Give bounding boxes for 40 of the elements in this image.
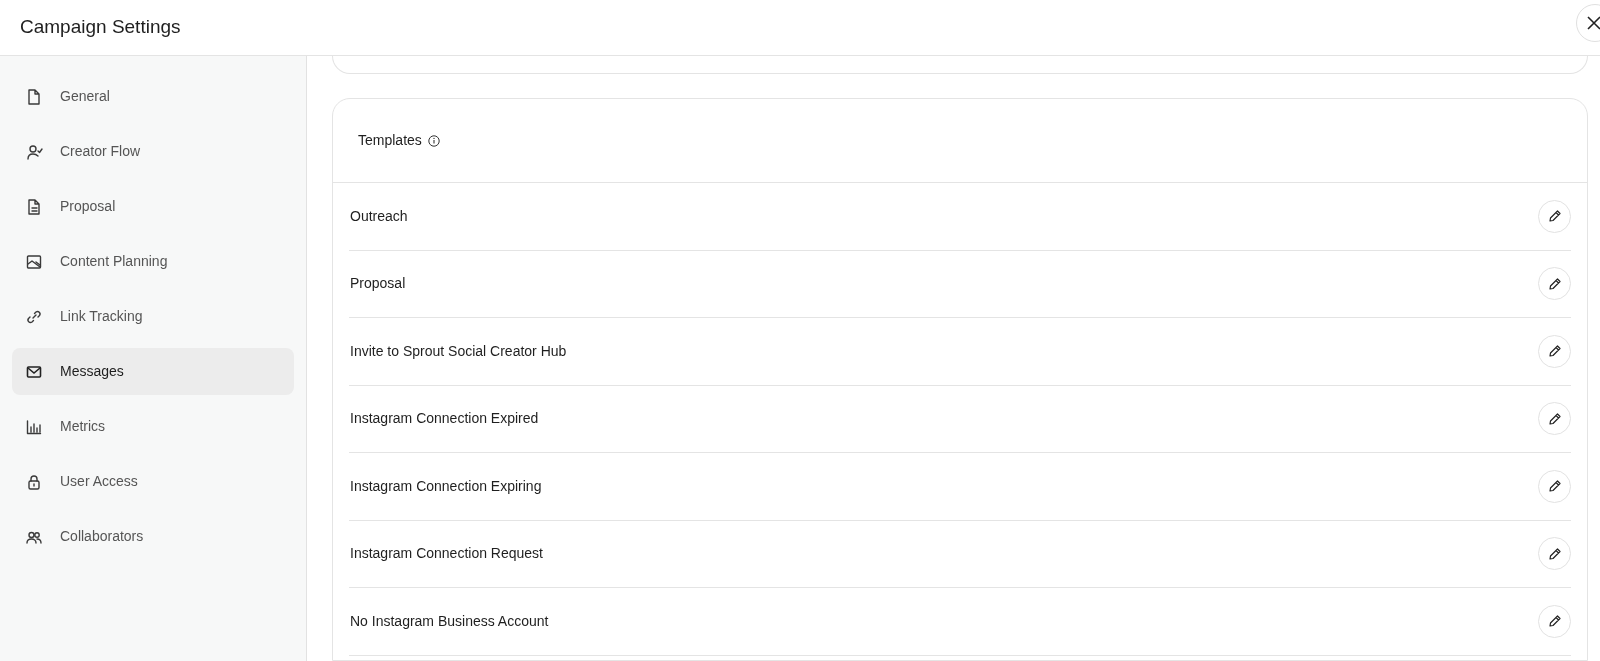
pencil-icon xyxy=(1547,546,1562,561)
edit-button[interactable] xyxy=(1538,469,1571,503)
pencil-icon xyxy=(1547,479,1562,494)
section-title: Templates xyxy=(358,131,422,150)
template-name: Instagram Connection Request xyxy=(350,544,543,564)
edit-button[interactable] xyxy=(1538,604,1571,638)
file-icon xyxy=(25,87,43,106)
sidebar-item[interactable]: Messages xyxy=(12,348,294,395)
lock-icon xyxy=(25,472,43,491)
info-icon xyxy=(427,134,440,147)
close-icon xyxy=(1587,16,1600,30)
template-name: Instagram Connection Expired xyxy=(350,409,539,429)
bar-chart-icon xyxy=(25,417,43,436)
pencil-icon xyxy=(1547,209,1562,224)
edit-button[interactable] xyxy=(1538,537,1571,571)
template-name: Outreach xyxy=(350,206,408,226)
template-name: Instagram Connection Expiring xyxy=(350,476,542,496)
sidebar-item[interactable]: General xyxy=(12,73,294,120)
pencil-icon xyxy=(1547,411,1562,426)
sidebar-item[interactable]: Proposal xyxy=(12,183,294,230)
sidebar-item[interactable]: Content Planning xyxy=(12,238,294,285)
template-name: Invite to Sprout Social Creator Hub xyxy=(350,341,567,361)
edit-button[interactable] xyxy=(1538,334,1571,368)
edit-button[interactable] xyxy=(1538,402,1571,436)
pencil-icon xyxy=(1547,276,1562,291)
sidebar-item[interactable]: Link Tracking xyxy=(12,293,294,340)
document-icon xyxy=(25,197,43,216)
sidebar-item[interactable]: Collaborators xyxy=(12,513,294,560)
template-name: No Instagram Business Account xyxy=(350,611,549,631)
edit-button[interactable] xyxy=(1538,199,1571,233)
image-icon xyxy=(25,252,43,271)
window-title: Campaign Settings xyxy=(20,15,181,40)
sidebar-item[interactable]: User Access xyxy=(12,458,294,505)
sidebar-item[interactable]: Creator Flow xyxy=(12,128,294,175)
pencil-icon xyxy=(1547,344,1562,359)
sidebar-item[interactable]: Metrics xyxy=(12,403,294,450)
person-check-icon xyxy=(25,142,43,161)
template-name: Proposal xyxy=(350,274,406,294)
pencil-icon xyxy=(1547,614,1562,629)
edit-button[interactable] xyxy=(1538,267,1571,301)
